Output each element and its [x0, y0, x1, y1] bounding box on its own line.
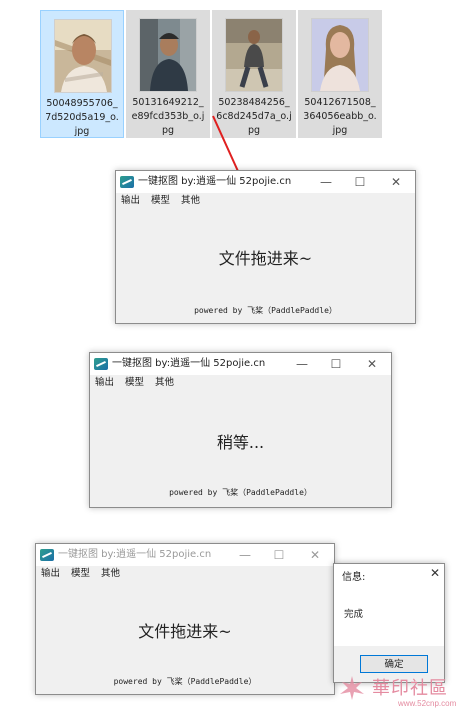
close-button[interactable]: ✕	[359, 355, 385, 373]
dialog-message: 完成	[344, 609, 364, 620]
close-button[interactable]: ✕	[302, 546, 328, 564]
menu-bar: 输出 模型 其他	[116, 193, 415, 209]
window-title: 一键抠图 by:逍遥一仙 52pojie.cn	[138, 176, 292, 187]
menu-bar: 输出 模型 其他	[90, 375, 391, 391]
minimize-button[interactable]: —	[232, 546, 258, 564]
photo-woman-portrait	[311, 18, 369, 92]
dialog-title: 信息:	[342, 572, 366, 583]
window-title: 一键抠图 by:逍遥一仙 52pojie.cn	[58, 549, 212, 560]
title-bar: 一键抠图 by:逍遥一仙 52pojie.cn — ☐ ✕	[90, 353, 391, 375]
menu-output[interactable]: 输出	[95, 376, 114, 390]
app-window-done: 一键抠图 by:逍遥一仙 52pojie.cn — ☐ ✕ 输出 模型 其他 文…	[35, 543, 335, 695]
menu-other[interactable]: 其他	[101, 567, 120, 581]
file-thumbnail-2[interactable]: 50131649212_e89fcd353b_o.jpg	[126, 10, 210, 138]
photo-man-street	[139, 18, 197, 92]
file-thumbnail-1[interactable]: 50048955706_7d520d5a19_o.jpg	[40, 10, 124, 138]
title-bar: 一键抠图 by:逍遥一仙 52pojie.cn — ☐ ✕	[116, 171, 415, 193]
watermark: 華印社區 www.52cnp.com	[338, 672, 463, 712]
watermark-text: 華印社區	[372, 678, 448, 699]
file-name: 50131649212_e89fcd353b_o.jpg	[131, 97, 205, 136]
menu-other[interactable]: 其他	[155, 376, 174, 390]
menu-model[interactable]: 模型	[125, 376, 144, 390]
watermark-url: www.52cnp.com	[398, 699, 457, 708]
powered-by-text: powered by 飞桨（PaddlePaddle）	[113, 677, 257, 686]
menu-bar: 输出 模型 其他	[36, 566, 334, 582]
drop-zone-text[interactable]: 文件拖进来~	[36, 618, 334, 642]
close-button[interactable]: ✕	[383, 173, 409, 191]
watermark-logo-icon	[340, 676, 364, 700]
info-dialog: 信息: ✕ 完成 确定	[333, 563, 445, 683]
window-title: 一键抠图 by:逍遥一仙 52pojie.cn	[112, 358, 266, 369]
powered-by-text: powered by 飞桨（PaddlePaddle）	[194, 306, 337, 315]
dialog-close-button[interactable]: ✕	[430, 566, 440, 580]
powered-by-text: powered by 飞桨（PaddlePaddle）	[169, 488, 312, 497]
ok-button[interactable]: 确定	[360, 655, 428, 673]
status-text: 稍等...	[216, 433, 265, 452]
menu-model[interactable]: 模型	[71, 567, 90, 581]
photo-man-walking	[225, 18, 283, 92]
menu-output[interactable]: 输出	[41, 567, 60, 581]
file-name: 50412671508_364056eabb_o.jpg	[303, 97, 377, 136]
app-logo-icon	[94, 358, 108, 370]
minimize-button[interactable]: —	[289, 355, 315, 373]
minimize-button[interactable]: —	[313, 173, 339, 191]
title-bar: 一键抠图 by:逍遥一仙 52pojie.cn — ☐ ✕	[36, 544, 334, 566]
menu-other[interactable]: 其他	[181, 194, 200, 208]
app-logo-icon	[120, 176, 134, 188]
maximize-button[interactable]: ☐	[323, 355, 349, 373]
app-window-drop: 一键抠图 by:逍遥一仙 52pojie.cn — ☐ ✕ 输出 模型 其他 文…	[115, 170, 416, 324]
maximize-button[interactable]: ☐	[347, 173, 373, 191]
drop-zone-text[interactable]: 文件拖进来~	[116, 245, 415, 269]
file-name: 50048955706_7d520d5a19_o.jpg	[45, 98, 119, 137]
menu-output[interactable]: 输出	[121, 194, 140, 208]
menu-model[interactable]: 模型	[151, 194, 170, 208]
app-logo-icon	[40, 549, 54, 561]
photo-man-smiling	[54, 19, 112, 93]
file-thumbnail-4[interactable]: 50412671508_364056eabb_o.jpg	[298, 10, 382, 138]
maximize-button[interactable]: ☐	[266, 546, 292, 564]
app-window-processing: 一键抠图 by:逍遥一仙 52pojie.cn — ☐ ✕ 输出 模型 其他 稍…	[89, 352, 392, 508]
